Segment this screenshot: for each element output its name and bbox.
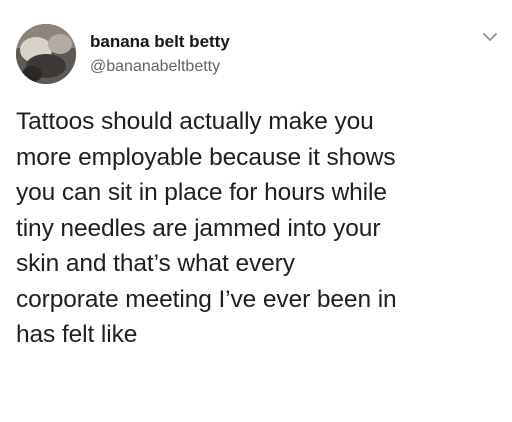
author-block: banana belt betty @bananabeltbetty: [90, 31, 230, 78]
avatar[interactable]: [16, 24, 76, 84]
user-handle[interactable]: @bananabeltbetty: [90, 56, 230, 78]
tweet-header: banana belt betty @bananabeltbetty: [16, 24, 498, 84]
tweet-card: banana belt betty @bananabeltbetty Tatto…: [0, 0, 512, 422]
avatar-photo-icon: [16, 24, 76, 84]
chevron-down-icon[interactable]: [482, 30, 498, 42]
display-name[interactable]: banana belt betty: [90, 31, 230, 53]
tweet-text: Tattoos should actually make you more em…: [16, 108, 397, 348]
